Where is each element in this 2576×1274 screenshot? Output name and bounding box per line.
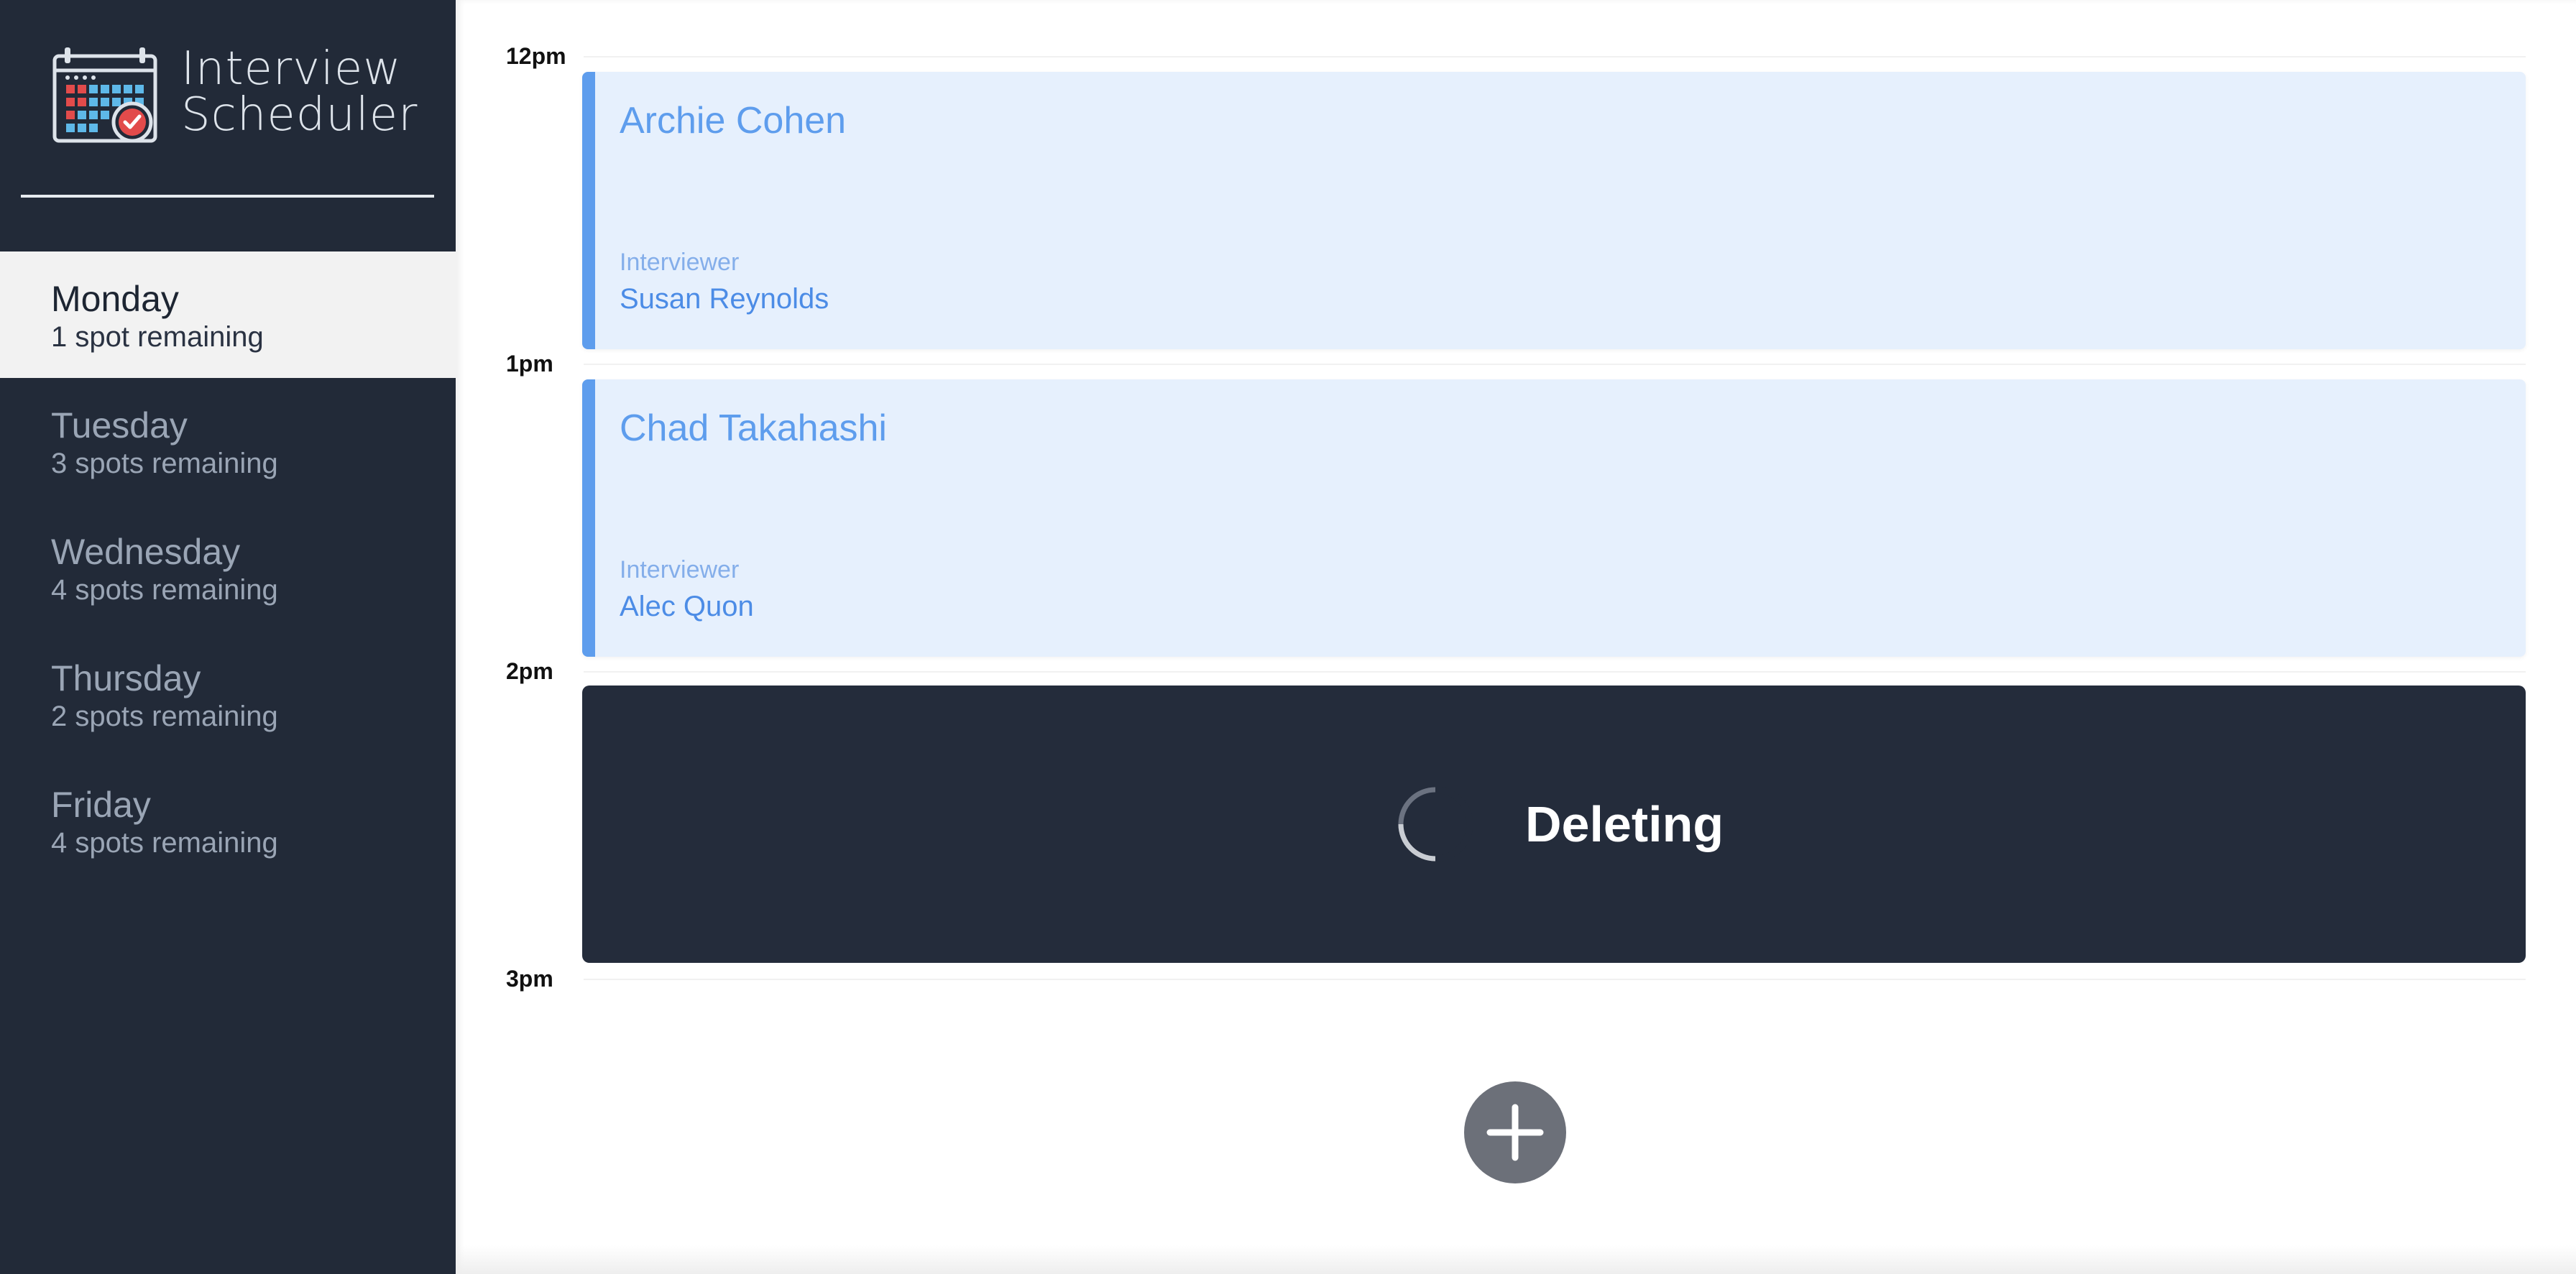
schedule: 12pm Archie Cohen Interviewer Susan Reyn… (456, 0, 2576, 1274)
slot-divider (584, 364, 2526, 365)
day-spots: 2 spots remaining (51, 701, 278, 732)
appointment-card[interactable]: Archie Cohen Interviewer Susan Reynolds (582, 72, 2526, 349)
app-title: Interview Scheduler (181, 46, 418, 138)
interviewer-name: Alec Quon (620, 591, 754, 622)
student-name: Chad Takahashi (620, 407, 887, 449)
day-item-friday[interactable]: Friday 4 spots remaining (0, 757, 456, 884)
status-text: Deleting (1525, 796, 1724, 852)
day-list: Monday 1 spot remaining Tuesday 3 spots … (0, 251, 456, 884)
student-name: Archie Cohen (620, 100, 847, 142)
sidebar: Interview Scheduler Monday 1 spot remain… (0, 0, 456, 1274)
slot-time: 12pm (506, 43, 566, 69)
day-name: Thursday (51, 658, 201, 698)
interviewer-name: Susan Reynolds (620, 283, 829, 315)
sidebar-divider (21, 195, 434, 198)
brand: Interview Scheduler (52, 46, 418, 145)
day-spots: 3 spots remaining (51, 448, 278, 479)
day-item-wednesday[interactable]: Wednesday 4 spots remaining (0, 504, 456, 631)
plus-icon (1486, 1104, 1544, 1161)
day-item-thursday[interactable]: Thursday 2 spots remaining (0, 631, 456, 757)
bottom-fade (456, 1245, 2576, 1274)
slot-divider (584, 979, 2526, 980)
time-slot-header: 3pm (506, 964, 2526, 993)
day-name: Friday (51, 785, 151, 825)
app-title-line-2: Scheduler (181, 88, 418, 142)
app-title-line-1: Interview (181, 42, 402, 96)
calendar-check-icon (52, 47, 157, 143)
slot-time: 3pm (506, 966, 553, 992)
slot-divider (584, 56, 2526, 57)
day-name: Wednesday (51, 532, 241, 572)
interviewer-label: Interviewer (620, 556, 740, 583)
time-slot-header: 1pm (506, 349, 2526, 378)
time-slot-header: 12pm (506, 42, 2526, 70)
day-spots: 1 spot remaining (51, 321, 264, 353)
day-name: Monday (51, 279, 179, 319)
day-item-tuesday[interactable]: Tuesday 3 spots remaining (0, 378, 456, 504)
day-spots: 4 spots remaining (51, 574, 278, 606)
appointment-card[interactable]: Chad Takahashi Interviewer Alec Quon (582, 379, 2526, 657)
interviewer-label: Interviewer (620, 249, 740, 276)
time-slot-header: 2pm (506, 657, 2526, 686)
status-deleting-card: Deleting (582, 686, 2526, 963)
spinner-icon (1398, 786, 1473, 862)
slot-divider (584, 671, 2526, 673)
add-appointment-button[interactable] (1464, 1081, 1566, 1183)
day-name: Tuesday (51, 405, 188, 446)
slot-time: 1pm (506, 351, 553, 377)
day-item-monday[interactable]: Monday 1 spot remaining (0, 251, 456, 378)
day-spots: 4 spots remaining (51, 827, 278, 859)
slot-time: 2pm (506, 658, 553, 684)
